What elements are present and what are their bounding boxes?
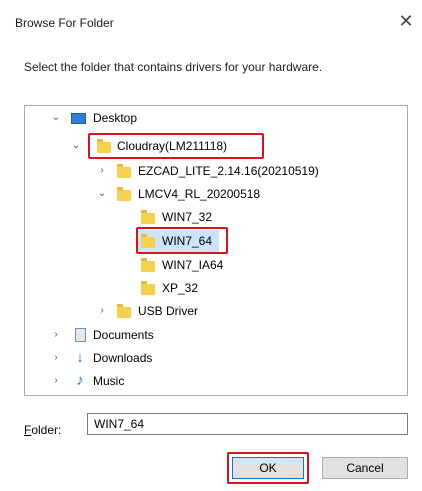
folder-input[interactable] xyxy=(87,413,408,435)
highlight-box-win7-64 xyxy=(136,227,228,254)
tree-item-desktop[interactable]: ⌄ Desktop xyxy=(25,107,405,129)
chevron-right-icon[interactable]: › xyxy=(97,300,107,322)
tree-item-documents[interactable]: › Documents xyxy=(25,324,405,346)
music-note-icon: ♪ xyxy=(76,372,84,389)
highlight-box-cloudray xyxy=(88,133,264,159)
documents-icon xyxy=(75,328,86,342)
chevron-down-icon[interactable]: ⌄ xyxy=(51,107,61,129)
ok-button[interactable]: OK xyxy=(232,457,304,479)
scroll-down-icon[interactable]: ▼ xyxy=(407,377,408,394)
tree-item-music[interactable]: › ♪ Music xyxy=(25,370,405,392)
tree-item-label: Downloads xyxy=(93,351,153,365)
desktop-icon xyxy=(71,113,86,124)
tree-item-xp-32[interactable]: XP_32 xyxy=(25,277,405,299)
scroll-up-icon[interactable]: ▲ xyxy=(407,107,408,124)
folder-icon xyxy=(141,210,155,224)
folder-field-label: Folder: xyxy=(24,423,62,437)
folder-icon xyxy=(117,164,131,178)
tree-item-win7-ia64[interactable]: WIN7_IA64 xyxy=(25,254,405,276)
folder-icon xyxy=(117,187,131,201)
vertical-scrollbar[interactable]: ▲ ▼ xyxy=(407,107,408,394)
tree-item-label: EZCAD_LITE_2.14.16(20210519) xyxy=(138,164,319,178)
tree-item-usb-driver[interactable]: › USB Driver xyxy=(25,300,405,322)
tree-item-label: LMCV4_RL_20200518 xyxy=(138,187,261,201)
chevron-right-icon[interactable]: › xyxy=(51,324,61,346)
folder-icon xyxy=(141,281,155,295)
tree-item-label: WIN7_32 xyxy=(162,210,213,224)
tree-item-label: XP_32 xyxy=(162,281,199,295)
chevron-right-icon[interactable]: › xyxy=(97,160,107,182)
tree-item-label: Music xyxy=(93,374,125,388)
chevron-right-icon[interactable]: › xyxy=(51,370,61,392)
tree-item-lmcv4[interactable]: ⌄ LMCV4_RL_20200518 xyxy=(25,183,405,205)
tree-item-win7-32[interactable]: WIN7_32 xyxy=(25,206,405,228)
tree-item-label: WIN7_IA64 xyxy=(162,258,224,272)
folder-icon xyxy=(117,304,131,318)
instruction-text: Select the folder that contains drivers … xyxy=(24,60,323,74)
cancel-button[interactable]: Cancel xyxy=(322,457,408,479)
folder-tree[interactable]: ⌄ Desktop ⌄ Cloudray(LM211118) › EZCAD_L… xyxy=(24,105,408,396)
tree-item-ezcad[interactable]: › EZCAD_LITE_2.14.16(20210519) xyxy=(25,160,405,182)
tree-item-label: USB Driver xyxy=(138,304,199,318)
download-arrow-icon: ↓ xyxy=(76,349,84,366)
folder-icon xyxy=(141,258,155,272)
chevron-down-icon[interactable]: ⌄ xyxy=(97,183,107,205)
tree-item-label: Documents xyxy=(93,328,154,342)
browse-for-folder-dialog: Browse For Folder ✕ Select the folder th… xyxy=(0,0,422,491)
tree-item-downloads[interactable]: › ↓ Downloads xyxy=(25,347,405,369)
dialog-title: Browse For Folder xyxy=(15,16,114,30)
close-icon[interactable]: ✕ xyxy=(397,12,415,30)
chevron-right-icon[interactable]: › xyxy=(51,347,61,369)
chevron-down-icon[interactable]: ⌄ xyxy=(71,135,81,157)
tree-item-label: Desktop xyxy=(93,111,138,125)
